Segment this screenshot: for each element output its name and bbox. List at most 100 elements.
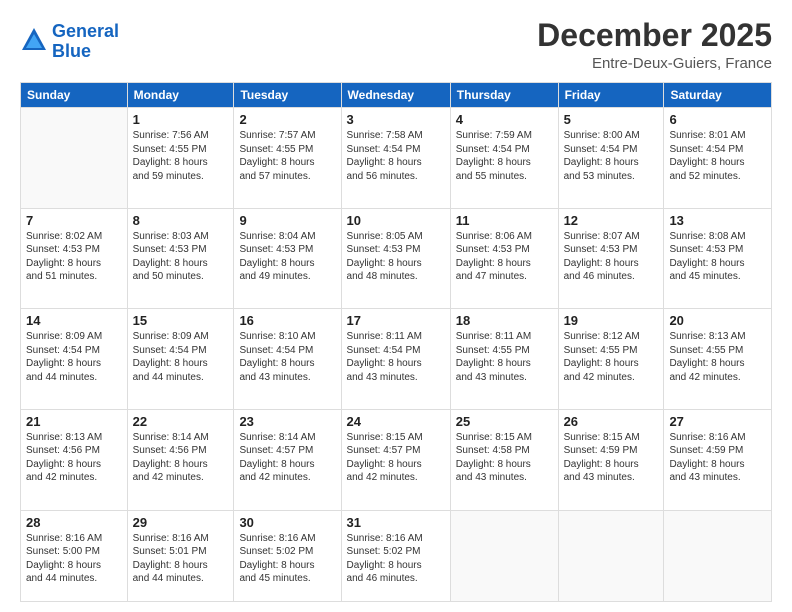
calendar-week-row: 14 Sunrise: 8:09 AMSunset: 4:54 PMDayligh…: [21, 309, 772, 410]
table-row: 2 Sunrise: 7:57 AMSunset: 4:55 PMDaylight…: [234, 108, 341, 209]
day-info: Sunrise: 8:13 AMSunset: 4:56 PMDaylight:…: [26, 431, 122, 485]
day-info: Sunrise: 8:08 AMSunset: 4:53 PMDaylight:…: [669, 230, 766, 284]
header: General Blue December 2025 Entre-Deux-Gu…: [20, 18, 772, 72]
table-row: 18 Sunrise: 8:11 AMSunset: 4:55 PMDayligh…: [450, 309, 558, 410]
day-info: Sunrise: 8:06 AMSunset: 4:53 PMDaylight:…: [456, 230, 553, 284]
header-thursday: Thursday: [450, 83, 558, 108]
day-number: 4: [456, 112, 553, 127]
table-row: 5Sunrise: 8:00 AMSunset: 4:54 PMDaylight…: [558, 108, 664, 209]
table-row: 26 Sunrise: 8:15 AMSunset: 4:59 PMDayligh…: [558, 409, 664, 510]
day-info: Sunrise: 8:11 AMSunset: 4:55 PMDaylight:…: [456, 330, 553, 384]
logo: General Blue: [20, 22, 119, 62]
day-info: Sunrise: 8:14 AMSunset: 4:57 PMDaylight:…: [239, 431, 335, 485]
day-number: 19: [564, 313, 659, 328]
table-row: [450, 510, 558, 602]
day-info: Sunrise: 8:11 AMSunset: 4:54 PMDaylight:…: [347, 330, 445, 384]
table-row: 28Sunrise: 8:16 AMSunset: 5:00 PMDayligh…: [21, 510, 128, 602]
table-row: 30Sunrise: 8:16 AMSunset: 5:02 PMDayligh…: [234, 510, 341, 602]
day-number: 5: [564, 112, 659, 127]
table-row: 10 Sunrise: 8:05 AMSunset: 4:53 PMDayligh…: [341, 208, 450, 309]
day-info: Sunrise: 8:05 AMSunset: 4:53 PMDaylight:…: [347, 230, 445, 284]
day-number: 27: [669, 414, 766, 429]
table-row: 13 Sunrise: 8:08 AMSunset: 4:53 PMDayligh…: [664, 208, 772, 309]
table-row: 27 Sunrise: 8:16 AMSunset: 4:59 PMDayligh…: [664, 409, 772, 510]
day-number: 18: [456, 313, 553, 328]
calendar-page: General Blue December 2025 Entre-Deux-Gu…: [0, 0, 792, 612]
day-info: Sunrise: 8:13 AMSunset: 4:55 PMDaylight:…: [669, 330, 766, 384]
header-saturday: Saturday: [664, 83, 772, 108]
calendar-week-row: 1 Sunrise: 7:56 AMSunset: 4:55 PMDaylight…: [21, 108, 772, 209]
day-number: 14: [26, 313, 122, 328]
day-number: 2: [239, 112, 335, 127]
header-tuesday: Tuesday: [234, 83, 341, 108]
day-info: Sunrise: 7:58 AMSunset: 4:54 PMDaylight:…: [347, 129, 445, 183]
table-row: 17 Sunrise: 8:11 AMSunset: 4:54 PMDayligh…: [341, 309, 450, 410]
header-wednesday: Wednesday: [341, 83, 450, 108]
day-number: 24: [347, 414, 445, 429]
day-number: 26: [564, 414, 659, 429]
day-number: 6: [669, 112, 766, 127]
day-number: 3: [347, 112, 445, 127]
table-row: 24 Sunrise: 8:15 AMSunset: 4:57 PMDayligh…: [341, 409, 450, 510]
calendar-table: Sunday Monday Tuesday Wednesday Thursday…: [20, 82, 772, 602]
table-row: [21, 108, 128, 209]
day-number: 12: [564, 213, 659, 228]
day-info: Sunrise: 8:15 AMSunset: 4:58 PMDaylight:…: [456, 431, 553, 485]
table-row: 8Sunrise: 8:03 AMSunset: 4:53 PMDaylight…: [127, 208, 234, 309]
day-info: Sunrise: 8:02 AMSunset: 4:53 PMDaylight:…: [26, 230, 122, 284]
weekday-header-row: Sunday Monday Tuesday Wednesday Thursday…: [21, 83, 772, 108]
calendar-week-row: 28Sunrise: 8:16 AMSunset: 5:00 PMDayligh…: [21, 510, 772, 602]
day-info: Sunrise: 8:10 AMSunset: 4:54 PMDaylight:…: [239, 330, 335, 384]
table-row: 31 Sunrise: 8:16 AMSunset: 5:02 PMDayligh…: [341, 510, 450, 602]
logo-icon: [20, 26, 48, 54]
day-info: Sunrise: 8:15 AMSunset: 4:59 PMDaylight:…: [564, 431, 659, 485]
day-number: 15: [133, 313, 229, 328]
day-number: 10: [347, 213, 445, 228]
table-row: 14 Sunrise: 8:09 AMSunset: 4:54 PMDayligh…: [21, 309, 128, 410]
day-info: Sunrise: 8:15 AMSunset: 4:57 PMDaylight:…: [347, 431, 445, 485]
table-row: 16 Sunrise: 8:10 AMSunset: 4:54 PMDayligh…: [234, 309, 341, 410]
day-number: 17: [347, 313, 445, 328]
day-number: 31: [347, 515, 445, 530]
table-row: 4 Sunrise: 7:59 AMSunset: 4:54 PMDaylight…: [450, 108, 558, 209]
day-number: 9: [239, 213, 335, 228]
month-title: December 2025: [537, 18, 772, 53]
day-info: Sunrise: 8:16 AMSunset: 4:59 PMDaylight:…: [669, 431, 766, 485]
table-row: 21 Sunrise: 8:13 AMSunset: 4:56 PMDayligh…: [21, 409, 128, 510]
table-row: 20 Sunrise: 8:13 AMSunset: 4:55 PMDayligh…: [664, 309, 772, 410]
day-number: 7: [26, 213, 122, 228]
day-number: 1: [133, 112, 229, 127]
table-row: 7 Sunrise: 8:02 AMSunset: 4:53 PMDaylight…: [21, 208, 128, 309]
day-number: 30: [239, 515, 335, 530]
day-number: 16: [239, 313, 335, 328]
table-row: 11 Sunrise: 8:06 AMSunset: 4:53 PMDayligh…: [450, 208, 558, 309]
day-number: 21: [26, 414, 122, 429]
day-info: Sunrise: 8:04 AMSunset: 4:53 PMDaylight:…: [239, 230, 335, 284]
day-info: Sunrise: 8:16 AMSunset: 5:00 PMDaylight:…: [26, 532, 122, 586]
table-row: 9 Sunrise: 8:04 AMSunset: 4:53 PMDaylight…: [234, 208, 341, 309]
day-info: Sunrise: 7:56 AMSunset: 4:55 PMDaylight:…: [133, 129, 229, 183]
header-monday: Monday: [127, 83, 234, 108]
header-sunday: Sunday: [21, 83, 128, 108]
day-info: Sunrise: 8:14 AMSunset: 4:56 PMDaylight:…: [133, 431, 229, 485]
day-info: Sunrise: 8:07 AMSunset: 4:53 PMDaylight:…: [564, 230, 659, 284]
day-number: 20: [669, 313, 766, 328]
table-row: 29 Sunrise: 8:16 AMSunset: 5:01 PMDayligh…: [127, 510, 234, 602]
table-row: 1 Sunrise: 7:56 AMSunset: 4:55 PMDaylight…: [127, 108, 234, 209]
table-row: 22Sunrise: 8:14 AMSunset: 4:56 PMDayligh…: [127, 409, 234, 510]
calendar-week-row: 7 Sunrise: 8:02 AMSunset: 4:53 PMDaylight…: [21, 208, 772, 309]
header-friday: Friday: [558, 83, 664, 108]
day-number: 29: [133, 515, 229, 530]
table-row: 25Sunrise: 8:15 AMSunset: 4:58 PMDayligh…: [450, 409, 558, 510]
day-info: Sunrise: 7:59 AMSunset: 4:54 PMDaylight:…: [456, 129, 553, 183]
day-info: Sunrise: 8:09 AMSunset: 4:54 PMDaylight:…: [26, 330, 122, 384]
table-row: 3 Sunrise: 7:58 AMSunset: 4:54 PMDaylight…: [341, 108, 450, 209]
day-info: Sunrise: 8:09 AMSunset: 4:54 PMDaylight:…: [133, 330, 229, 384]
day-info: Sunrise: 8:16 AMSunset: 5:01 PMDaylight:…: [133, 532, 229, 586]
day-info: Sunrise: 7:57 AMSunset: 4:55 PMDaylight:…: [239, 129, 335, 183]
day-number: 11: [456, 213, 553, 228]
day-info: Sunrise: 8:16 AMSunset: 5:02 PMDaylight:…: [347, 532, 445, 586]
table-row: [558, 510, 664, 602]
day-number: 13: [669, 213, 766, 228]
table-row: 19Sunrise: 8:12 AMSunset: 4:55 PMDayligh…: [558, 309, 664, 410]
